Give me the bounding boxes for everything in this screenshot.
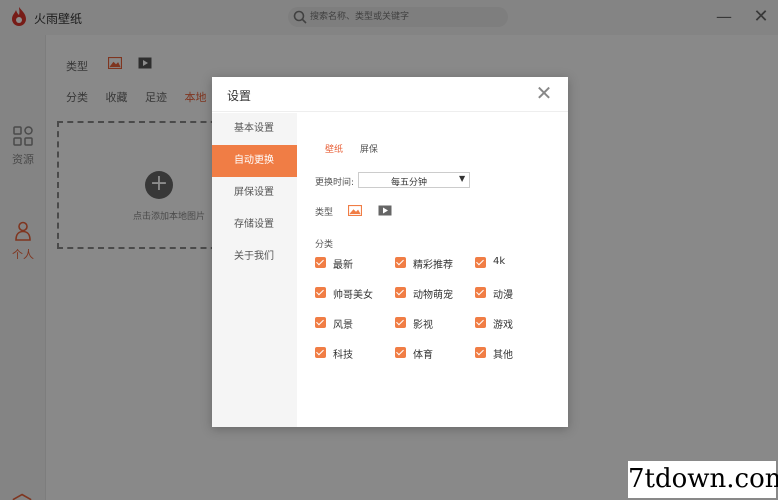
checkbox-checked-icon[interactable]: [475, 257, 486, 268]
interval-select[interactable]: 每五分钟 ▼: [358, 172, 470, 188]
video-type-icon[interactable]: [378, 205, 392, 216]
watermark: 7tdown.com: [628, 461, 778, 498]
interval-value: 每五分钟: [391, 178, 428, 188]
subtab-screensaver[interactable]: 屏保: [360, 142, 378, 155]
checkbox-checked-icon[interactable]: [315, 347, 326, 358]
settings-nav-basic[interactable]: 基本设置: [212, 113, 297, 145]
settings-nav-auto-change[interactable]: 自动更换: [212, 145, 297, 177]
checkbox-checked-icon[interactable]: [395, 347, 406, 358]
checkbox-checked-icon[interactable]: [395, 317, 406, 328]
checkbox-checked-icon[interactable]: [395, 257, 406, 268]
settings-nav-storage[interactable]: 存储设置: [212, 209, 297, 241]
checkbox-checked-icon[interactable]: [315, 287, 326, 298]
checkbox-checked-icon[interactable]: [315, 257, 326, 268]
checkbox-checked-icon[interactable]: [475, 347, 486, 358]
category-label: 分类: [315, 240, 334, 250]
settings-nav: 基本设置 自动更换 屏保设置 存储设置 关于我们: [212, 113, 297, 427]
dropdown-arrow-icon: ▼: [459, 174, 466, 183]
subtab-wallpaper[interactable]: 壁纸: [325, 142, 343, 155]
checkbox-checked-icon[interactable]: [315, 317, 326, 328]
checkbox-checked-icon[interactable]: [475, 317, 486, 328]
dialog-close-icon[interactable]: ✕: [534, 83, 554, 103]
checkbox-checked-icon[interactable]: [395, 287, 406, 298]
type-label: 类型: [315, 208, 334, 218]
settings-nav-screensaver[interactable]: 屏保设置: [212, 177, 297, 209]
checkbox-checked-icon[interactable]: [475, 287, 486, 298]
image-type-icon[interactable]: [348, 205, 362, 216]
settings-content: 壁纸 屏保 更换时间: 每五分钟 ▼ 类型 分类 最新 精彩推荐 4k 帅哥美女…: [297, 113, 568, 427]
settings-dialog: 设置 ✕ 基本设置 自动更换 屏保设置 存储设置 关于我们 壁纸 屏保 更换时间…: [212, 77, 568, 427]
dialog-header: 设置 ✕: [212, 77, 568, 112]
interval-label: 更换时间:: [315, 178, 355, 188]
dialog-title: 设置: [227, 89, 252, 103]
settings-nav-about[interactable]: 关于我们: [212, 241, 297, 273]
subtabs: 壁纸 屏保: [325, 142, 392, 155]
